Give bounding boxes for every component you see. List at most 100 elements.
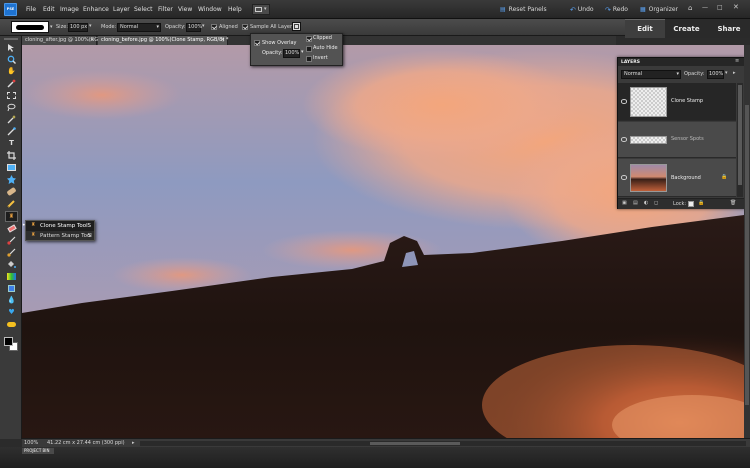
move-tool[interactable]	[6, 43, 17, 52]
sponge-tool[interactable]: ♥	[6, 308, 17, 317]
foreground-color-swatch[interactable]	[4, 337, 13, 346]
menu-filter[interactable]: Filter	[158, 6, 173, 14]
canvas-vertical-scrollbar[interactable]	[744, 45, 750, 438]
delete-layer-icon[interactable]: 🗑	[730, 200, 736, 207]
color-swatches[interactable]	[4, 337, 18, 351]
menu-select[interactable]: Select	[134, 6, 153, 14]
overlay-opacity-field[interactable]: 100%	[283, 49, 300, 58]
eyedropper-tool[interactable]	[6, 79, 17, 88]
layer-row-clone-stamp[interactable]: Clone Stamp	[618, 83, 736, 121]
text-tool[interactable]: T	[6, 139, 17, 148]
brush-tool[interactable]	[6, 236, 17, 245]
hand-tool[interactable]: ✋	[6, 67, 17, 76]
lock-all-icon[interactable]: 🔒	[698, 200, 704, 207]
maximize-icon[interactable]: □	[717, 4, 723, 12]
layer-row-background[interactable]: Background 🔒	[618, 159, 736, 197]
info-arrow-icon[interactable]: ▸	[132, 440, 135, 447]
tab-create[interactable]: Create	[666, 19, 707, 38]
dodge-tool[interactable]	[6, 320, 17, 329]
canvas-horizontal-scrollbar[interactable]	[140, 441, 746, 446]
chevron-down-icon: ▾	[156, 24, 159, 30]
spot-healing-tool[interactable]	[6, 186, 17, 197]
brush-dropdown-arrow[interactable]: ▾	[50, 24, 53, 31]
sample-all-layers-checkbox[interactable]	[242, 24, 248, 30]
horizontal-scroll-thumb[interactable]	[370, 442, 460, 445]
visibility-eye-icon[interactable]	[621, 175, 627, 180]
pattern-stamp-tool-item[interactable]: ♜ Pattern Stamp Tool S	[26, 231, 94, 241]
lasso-tool[interactable]	[6, 103, 17, 112]
panel-menu-icon[interactable]: ≡	[735, 58, 739, 65]
clone-stamp-tool[interactable]: ♜	[5, 211, 18, 222]
visibility-eye-icon[interactable]	[621, 137, 627, 142]
organizer-button[interactable]: ▦ Organizer	[640, 5, 678, 15]
panel-options-icon[interactable]: ▸	[733, 70, 736, 77]
magic-wand-tool[interactable]	[6, 115, 17, 124]
layer-mask-icon[interactable]: ◻	[654, 200, 658, 207]
crop-tool[interactable]	[6, 151, 17, 160]
menu-file[interactable]: File	[26, 6, 36, 14]
eyedropper-icon	[7, 79, 16, 88]
new-layer-icon[interactable]: ▣	[622, 200, 627, 207]
arrange-documents-button[interactable]: ▾	[252, 4, 270, 15]
gradient-tool[interactable]	[6, 272, 17, 281]
menu-help[interactable]: Help	[228, 6, 242, 14]
size-field[interactable]: 100 px	[68, 23, 88, 32]
auto-hide-checkbox[interactable]	[306, 46, 312, 52]
blend-mode-select[interactable]: Normal ▾	[621, 70, 681, 79]
clone-overlay-button[interactable]	[292, 22, 301, 31]
scrollbar-thumb[interactable]	[738, 85, 742, 185]
show-overlay-checkbox[interactable]	[254, 40, 260, 46]
recompose-tool[interactable]	[6, 163, 17, 172]
brush-preset-picker[interactable]	[11, 21, 49, 33]
reset-panels-button[interactable]: ▤ Reset Panels	[500, 5, 547, 15]
vertical-scroll-thumb[interactable]	[745, 105, 749, 405]
redo-button[interactable]: ↷ Redo	[605, 5, 628, 15]
close-icon[interactable]: ✕	[733, 3, 739, 12]
straighten-tool[interactable]	[6, 175, 17, 184]
tab-share[interactable]: Share	[708, 19, 750, 38]
opacity-slider-arrow[interactable]: ▾	[202, 23, 205, 30]
project-bin-tab[interactable]: PROJECT BIN	[22, 448, 54, 454]
blur-tool[interactable]: 💧	[6, 296, 17, 305]
invert-checkbox[interactable]	[306, 56, 312, 62]
lock-transparency-button[interactable]	[688, 201, 694, 207]
menu-image[interactable]: Image	[60, 6, 79, 14]
doc-tab-before[interactable]: cloning_before.jpg @ 100%(Clone Stamp, R…	[98, 36, 228, 45]
eraser-tool[interactable]	[6, 224, 17, 233]
aligned-checkbox[interactable]	[211, 24, 217, 30]
menu-layer[interactable]: Layer	[113, 6, 130, 14]
shape-tool[interactable]	[6, 284, 17, 293]
smart-brush-tool[interactable]	[6, 248, 17, 257]
red-eye-tool[interactable]	[6, 127, 17, 136]
pencil-tool[interactable]	[6, 199, 17, 208]
minimize-icon[interactable]: —	[702, 4, 708, 12]
marquee-tool[interactable]	[6, 91, 17, 100]
overlay-opacity-arrow[interactable]: ▾	[301, 49, 304, 56]
layer-opacity-field[interactable]: 100%	[707, 70, 724, 79]
visibility-eye-icon[interactable]	[621, 99, 627, 104]
menu-view[interactable]: View	[178, 6, 192, 14]
layer-opacity-arrow[interactable]: ▾	[725, 70, 728, 77]
home-icon[interactable]: ⌂	[688, 4, 692, 13]
doc-tab-close-icon[interactable]: ×	[221, 36, 225, 45]
doc-tab-after[interactable]: cloning_after.jpg @ 100%(RGB/8) ×	[22, 36, 108, 45]
opacity-field[interactable]: 100%	[186, 23, 202, 32]
size-slider-arrow[interactable]: ▾	[89, 23, 92, 30]
doc-tab-close-icon[interactable]: ×	[90, 36, 94, 45]
menu-enhance[interactable]: Enhance	[83, 6, 109, 14]
clipped-checkbox[interactable]	[306, 36, 312, 42]
zoom-level[interactable]: 100%	[24, 440, 38, 447]
paint-bucket-tool[interactable]	[6, 260, 17, 269]
layer-row-sensor-spots[interactable]: Sensor Spots	[618, 122, 736, 158]
adjustment-layer-icon[interactable]: ◐	[644, 200, 648, 207]
tab-edit[interactable]: Edit	[625, 19, 665, 38]
menu-edit[interactable]: Edit	[43, 6, 55, 14]
undo-button[interactable]: ↶ Undo	[570, 5, 594, 15]
layers-scrollbar[interactable]	[737, 83, 743, 197]
clone-stamp-tool-item[interactable]: • ♜ Clone Stamp Tool S	[22, 221, 94, 231]
selected-bullet-icon: •	[22, 222, 26, 229]
new-group-icon[interactable]: ▤	[633, 200, 638, 207]
menu-window[interactable]: Window	[198, 6, 222, 14]
mode-select[interactable]: Normal ▾	[117, 23, 161, 32]
zoom-tool[interactable]	[6, 55, 17, 64]
